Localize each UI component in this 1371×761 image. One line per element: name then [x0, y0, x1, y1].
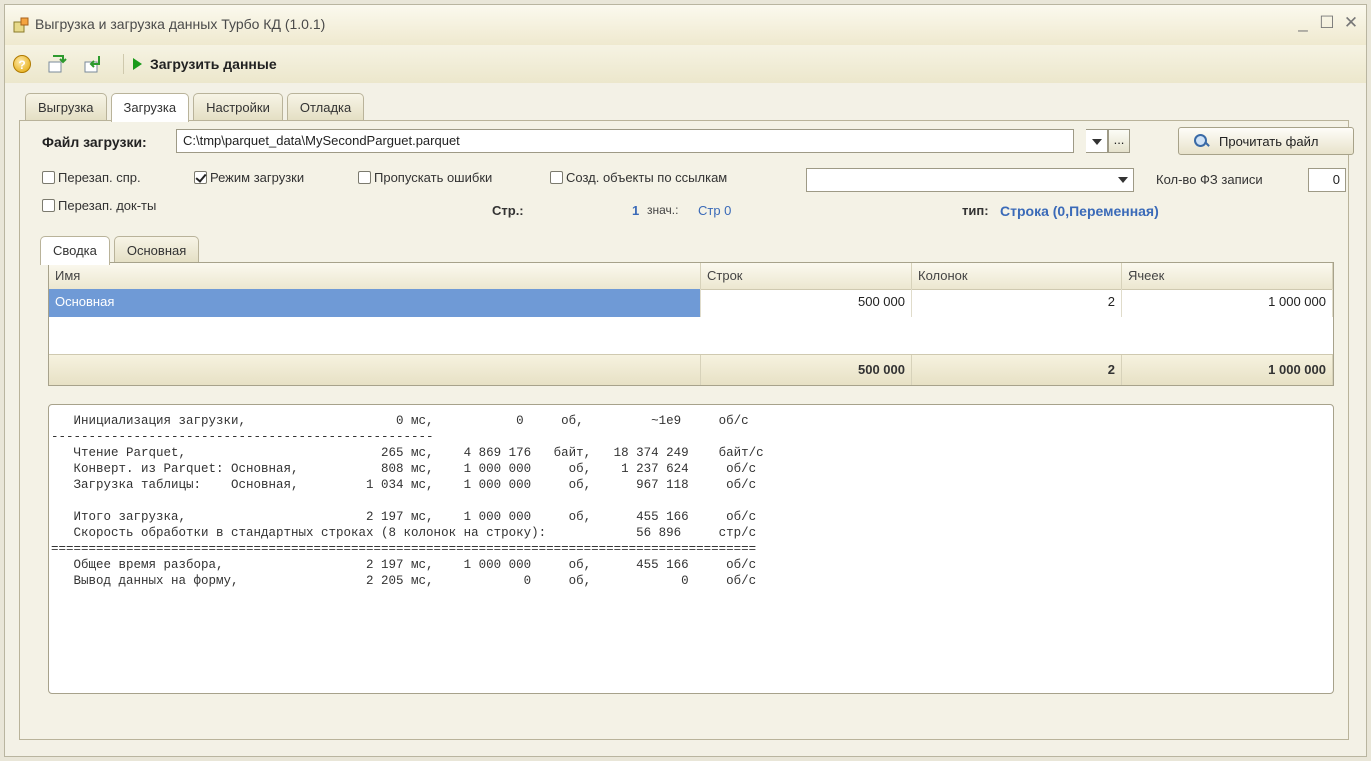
total-name [49, 355, 701, 385]
minimize-button[interactable]: _ [1292, 13, 1314, 33]
column-header-rows[interactable]: Строк [701, 263, 912, 289]
log-line: Конверт. из Parquet: Основная, 808 мс, 1… [51, 462, 757, 476]
log-text: Инициализация загрузки, 0 мс, 0 об, ~1е9… [51, 413, 1331, 589]
log-line: Инициализация загрузки, 0 мс, 0 об, ~1е9… [51, 414, 749, 428]
log-line: Скорость обработки в стандартных строках… [51, 526, 757, 540]
close-button[interactable]: ✕ [1340, 13, 1362, 33]
checkbox-box[interactable] [42, 171, 55, 184]
import-panel: Файл загрузки: C:\tmp\parquet_data\MySec… [19, 120, 1354, 740]
log-line: Загрузка таблицы: Основная, 1 034 мс, 1 … [51, 478, 757, 492]
file-dropdown-button[interactable] [1086, 129, 1108, 153]
checkbox-label: Пропускать ошибки [374, 170, 493, 185]
table-totals: 500 000 2 1 000 000 [49, 354, 1333, 385]
total-columns: 2 [912, 355, 1122, 385]
tab-main-table[interactable]: Основная [113, 236, 200, 263]
checkbox-overwrite-refs[interactable]: Перезап. спр. [42, 170, 141, 185]
fz-count-label: Кол-во ФЗ записи [1156, 172, 1263, 187]
tab-export[interactable]: Выгрузка [25, 93, 107, 120]
checkbox-label: Перезап. спр. [58, 170, 141, 185]
log-line: ----------------------------------------… [51, 430, 434, 444]
checkbox-label: Режим загрузки [210, 170, 305, 185]
total-cells: 1 000 000 [1122, 355, 1333, 385]
import-arrow-icon[interactable] [83, 54, 103, 74]
load-data-label: Загрузить данные [150, 56, 277, 72]
summary-table: Имя Строк Колонок Ячеек Основная 500 000… [48, 262, 1334, 386]
info-row: Стр.: 1 знач.: Стр 0 тип: Строка (0,Пере… [42, 199, 1352, 221]
main-tabs: Выгрузка Загрузка Настройки Отладка [25, 93, 365, 122]
help-icon[interactable]: ? [13, 55, 31, 73]
tab-summary[interactable]: Сводка [40, 236, 110, 265]
total-rows: 500 000 [701, 355, 912, 385]
file-label: Файл загрузки: [42, 134, 147, 150]
log-line: Вывод данных на форму, 2 205 мс, 0 об, 0… [51, 574, 757, 588]
checkbox-load-mode[interactable]: Режим загрузки [194, 170, 304, 185]
checkbox-box[interactable] [550, 171, 563, 184]
toolbar-separator [123, 54, 124, 74]
read-file-label: Прочитать файл [1219, 133, 1319, 149]
checkbox-box[interactable] [358, 171, 371, 184]
content-area: Выгрузка Загрузка Настройки Отладка Файл… [11, 83, 1360, 748]
cell-cells[interactable]: 1 000 000 [1122, 289, 1333, 317]
log-line: Итого загрузка, 2 197 мс, 1 000 000 об, … [51, 510, 757, 524]
type-label: тип: [962, 203, 989, 218]
app-icon [13, 17, 29, 33]
export-arrow-icon[interactable] [47, 54, 67, 74]
file-path-input[interactable]: C:\tmp\parquet_data\MySecondParguet.parq… [176, 129, 1074, 153]
checkbox-skip-errors[interactable]: Пропускать ошибки [358, 170, 492, 185]
checkbox-label: Созд. объекты по ссылкам [566, 170, 728, 185]
object-select-dropdown[interactable] [1113, 169, 1133, 191]
title-bar: Выгрузка и загрузка данных Турбо КД (1.0… [5, 5, 1366, 46]
file-browse-button[interactable]: ... [1108, 129, 1130, 153]
load-log[interactable]: Инициализация загрузки, 0 мс, 0 об, ~1е9… [48, 404, 1334, 694]
maximize-button[interactable]: ☐ [1316, 13, 1338, 33]
tab-debug[interactable]: Отладка [286, 93, 365, 120]
log-line: ========================================… [51, 542, 757, 556]
summary-tabs: Сводка Основная [40, 236, 200, 265]
load-data-button[interactable]: Загрузить данные [133, 53, 277, 75]
column-header-cells[interactable]: Ячеек [1122, 263, 1333, 289]
checkbox-box[interactable] [194, 171, 207, 184]
value-label: знач.: [647, 203, 679, 217]
object-select[interactable] [806, 168, 1134, 192]
checkbox-create-by-refs[interactable]: Созд. объекты по ссылкам [550, 170, 727, 185]
main-window: Выгрузка и загрузка данных Турбо КД (1.0… [4, 4, 1367, 757]
file-row: Файл загрузки: C:\tmp\parquet_data\MySec… [28, 127, 1354, 155]
table-row[interactable]: Основная 500 000 2 1 000 000 [49, 289, 1333, 317]
column-header-name[interactable]: Имя [49, 263, 701, 289]
table-header: Имя Строк Колонок Ячеек [49, 263, 1333, 290]
row-label: Стр.: [492, 203, 524, 218]
window-title: Выгрузка и загрузка данных Турбо КД (1.0… [35, 16, 326, 32]
tab-import[interactable]: Загрузка [110, 93, 190, 122]
tab-settings[interactable]: Настройки [193, 93, 283, 120]
read-file-button[interactable]: Прочитать файл [1178, 127, 1354, 155]
cell-columns[interactable]: 2 [912, 289, 1122, 317]
cell-rows[interactable]: 500 000 [701, 289, 912, 317]
type-value: Строка (0,Переменная) [1000, 203, 1159, 219]
fz-count-input[interactable]: 0 [1308, 168, 1346, 192]
toolbar: ? Загрузить данные [5, 45, 1366, 83]
cell-name[interactable]: Основная [49, 289, 701, 317]
value-value: Стр 0 [698, 203, 732, 218]
log-line: Общее время разбора, 2 197 мс, 1 000 000… [51, 558, 757, 572]
log-line: Чтение Parquet, 265 мс, 4 869 176 байт, … [51, 446, 764, 460]
play-icon [133, 58, 142, 70]
magnifier-icon [1193, 133, 1209, 149]
column-header-columns[interactable]: Колонок [912, 263, 1122, 289]
row-value: 1 [632, 203, 640, 218]
